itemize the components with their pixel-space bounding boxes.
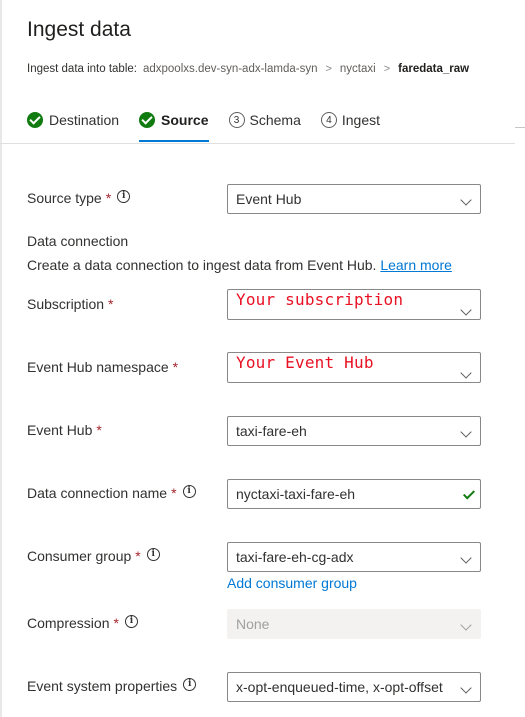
connection-name-label: Data connection name * i [27,484,196,501]
chevron-down-icon [460,619,472,631]
data-connection-heading: Data connection [27,233,129,249]
field-label-text: Event Hub [27,422,93,438]
breadcrumb-lead: Ingest data into table: [27,63,137,75]
check-circle-icon [139,112,156,128]
subscription-dropdown[interactable]: Your subscription [227,289,481,320]
consumer-group-dropdown[interactable]: taxi-fare-eh-cg-adx [227,542,481,572]
tab-schema[interactable]: 3 Schema [228,110,301,142]
required-marker: * [171,485,177,501]
subscription-value: Your subscription [236,290,404,309]
breadcrumb-cluster: adxpoolxs.dev-syn-adx-lamda-syn [142,63,318,75]
required-marker: * [108,296,114,312]
tab-label: Source [161,112,209,128]
namespace-dropdown[interactable]: Your Event Hub [227,352,481,383]
source-type-label: Source type * i [27,189,131,206]
field-label-text: Compression [27,615,110,631]
event-hub-dropdown[interactable]: taxi-fare-eh [227,416,481,446]
learn-more-link[interactable]: Learn more [380,257,452,273]
compression-value: None [236,616,270,632]
info-icon[interactable]: i [146,547,160,561]
chevron-down-icon [460,426,472,438]
tab-ingest[interactable]: 4 Ingest [320,110,381,142]
tab-destination[interactable]: Destination [27,110,119,142]
breadcrumb-separator: > [383,63,391,75]
field-label-text: Source type [27,190,102,206]
checkmark-icon [462,487,476,500]
breadcrumb-separator: > [325,63,332,75]
info-icon[interactable]: i [182,484,196,498]
field-label-text: Event Hub namespace [27,359,169,375]
consumer-group-label: Consumer group * i [27,547,160,564]
tab-label: Ingest [341,112,381,128]
check-circle-icon [27,112,43,128]
required-marker: * [113,615,119,631]
tabs-divider [0,143,515,144]
page-title: Ingest data [27,18,131,41]
step-number-icon: 3 [228,112,245,128]
subscription-label: Subscription * [27,296,114,312]
edge-divider [515,127,525,128]
connection-name-value: nyctaxi-taxi-fare-eh [236,486,356,502]
chevron-down-icon [460,552,472,564]
info-icon[interactable]: i [183,677,197,691]
info-icon[interactable]: i [124,614,138,628]
description-text: Create a data connection to ingest data … [27,257,377,273]
system-properties-value: x-opt-enqueued-time, x-opt-offset [236,679,443,695]
wizard-tabs: Destination Source 3 Schema 4 Ingest [27,110,400,144]
event-hub-value: taxi-fare-eh [236,423,307,439]
compression-label: Compression * i [27,614,138,631]
system-properties-label: Event system properties i [27,677,197,694]
required-marker: * [96,422,102,438]
chevron-down-icon [460,194,472,206]
required-marker: * [135,548,141,564]
chevron-down-icon [460,682,472,694]
field-label-text: Consumer group [27,548,132,564]
chevron-down-icon [460,304,472,316]
required-marker: * [172,359,179,375]
field-label-text: Event system properties [27,678,178,694]
info-icon[interactable]: i [117,189,131,203]
event-hub-label: Event Hub * [27,422,102,438]
namespace-value: Your Event Hub [236,353,374,372]
step-number-icon: 4 [320,112,337,128]
required-marker: * [105,190,112,206]
field-label-text: Subscription [27,296,105,312]
field-label-text: Data connection name [27,485,168,501]
data-connection-description: Create a data connection to ingest data … [27,257,452,273]
tab-label: Destination [49,112,120,128]
source-type-value: Event Hub [236,191,302,207]
panel-left-edge [0,0,2,717]
tab-source[interactable]: Source [139,110,209,142]
compression-dropdown: None [227,609,481,639]
breadcrumb-database: nyctaxi [339,63,376,75]
consumer-group-value: taxi-fare-eh-cg-adx [236,549,354,565]
tab-label: Schema [249,112,301,128]
namespace-label: Event Hub namespace * [27,359,178,375]
source-type-dropdown[interactable]: Event Hub [227,184,481,214]
add-consumer-group-link[interactable]: Add consumer group [227,575,357,591]
connection-name-input[interactable]: nyctaxi-taxi-fare-eh [227,479,481,509]
chevron-down-icon [460,367,472,379]
breadcrumb: Ingest data into table: adxpoolxs.dev-sy… [27,63,469,75]
system-properties-dropdown[interactable]: x-opt-enqueued-time, x-opt-offset [227,672,481,702]
breadcrumb-table: faredata_raw [398,63,470,75]
